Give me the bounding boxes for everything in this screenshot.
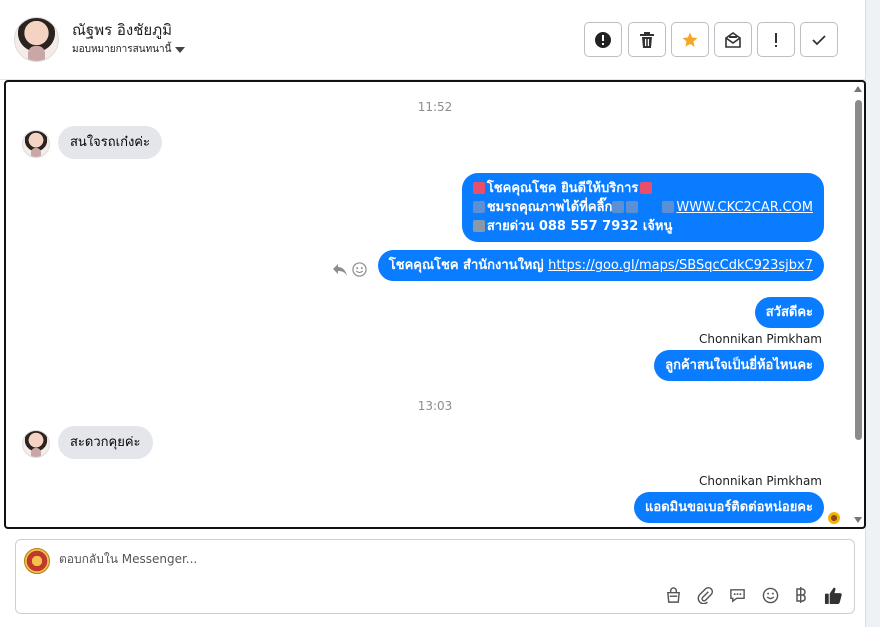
sender-name: Chonnikan Pimkham (699, 474, 822, 488)
message-line: ชมรถคุณภาพได้ที่คลิ๊ก (486, 200, 613, 215)
star-icon (682, 32, 698, 47)
emoji-icon (640, 182, 653, 194)
reply-input[interactable] (59, 552, 659, 566)
react-emoji-icon[interactable] (352, 262, 367, 277)
mark-unread-icon (725, 31, 741, 48)
delete-button[interactable] (628, 22, 666, 57)
message-line: โชคคุณโชค ยินดีให้บริการ (486, 181, 639, 196)
scroll-down-arrow-icon[interactable] (854, 517, 862, 523)
saved-reply-icon (729, 588, 745, 603)
down-arrow-emoji-icon (612, 201, 625, 213)
inbox-conversation-panel: ณัฐพร อิงชัยภูมิ มอบหมายการสนทนานี้ 11:5… (0, 0, 866, 627)
caret-down-icon (175, 46, 186, 53)
trash-icon (640, 31, 654, 48)
message-text: โชคคุณโชค สำนักงานใหญ่ (388, 258, 549, 273)
page-avatar (24, 548, 50, 574)
conversation-header: ณัฐพร อิงชัยภูมิ มอบหมายการสนทนานี้ (0, 0, 866, 80)
message-actions (332, 262, 367, 277)
play-emoji-icon (472, 201, 485, 213)
scroll-up-arrow-icon[interactable] (854, 86, 862, 92)
contact-message-avatar (22, 130, 50, 158)
done-icon (812, 34, 826, 45)
emoji-button[interactable] (759, 584, 781, 606)
assign-label: มอบหมายการสนทนานี้ (72, 44, 172, 55)
shop-bag-icon (666, 586, 680, 603)
star-button[interactable] (671, 22, 709, 57)
down-arrow-emoji-icon (626, 201, 639, 213)
outgoing-message[interactable]: ลูกค้าสนใจเป็นยี่ห้อไหนคะ (654, 350, 824, 381)
mark-spam-button[interactable] (584, 22, 622, 57)
contact-avatar[interactable] (14, 17, 59, 62)
timestamp: 13:03 (417, 399, 453, 413)
thumbs-up-icon (824, 587, 842, 604)
seen-indicator-icon (828, 512, 840, 524)
emoji-icon (472, 182, 485, 194)
website-link[interactable]: WWW.CKC2CAR.COM (676, 200, 813, 215)
follow-up-button[interactable] (757, 22, 795, 57)
sender-name: Chonnikan Pimkham (699, 332, 822, 346)
follow-up-icon (775, 32, 777, 47)
contact-name[interactable]: ณัฐพร อิงชัยภูมิ (72, 18, 172, 42)
outgoing-message[interactable]: สวัสดีคะ (754, 297, 824, 328)
scroll-thumb[interactable] (855, 100, 862, 440)
timestamp: 11:52 (417, 100, 453, 114)
payment-button[interactable] (790, 584, 812, 606)
message-line: สายด่วน 088 557 7932 เจ้หนู (486, 219, 673, 234)
emoji-icon (762, 587, 778, 603)
reply-icon[interactable] (332, 263, 348, 277)
message-thread[interactable]: 11:52 สนใจรถเก๋งค่ะ โชคคุณโชค ยินดีให้บร… (4, 80, 866, 529)
baht-icon (796, 587, 806, 603)
assign-conversation-dropdown[interactable]: มอบหมายการสนทนานี้ (72, 42, 186, 57)
incoming-message[interactable]: สนใจรถเก๋งค่ะ (58, 126, 162, 159)
outgoing-message[interactable]: โชคคุณโชค ยินดีให้บริการ ชมรถคุณภาพได้ที… (461, 173, 824, 242)
scrollbar[interactable] (852, 82, 864, 527)
spam-icon (595, 31, 611, 48)
thumbs-up-button[interactable] (822, 584, 844, 606)
mark-unread-button[interactable] (714, 22, 752, 57)
shop-bag-button[interactable] (662, 584, 684, 606)
play-emoji-icon (662, 201, 675, 213)
attachment-button[interactable] (694, 584, 716, 606)
outgoing-message[interactable]: แอดมินขอเบอร์ติดต่อหน่อยคะ (634, 492, 824, 523)
reply-composer (15, 539, 855, 614)
phone-emoji-icon (472, 220, 485, 232)
outgoing-message[interactable]: โชคคุณโชค สำนักงานใหญ่ https://goo.gl/ma… (377, 250, 824, 281)
attachment-icon (697, 586, 713, 604)
saved-reply-button[interactable] (726, 584, 748, 606)
contact-message-avatar (22, 430, 50, 458)
maps-link[interactable]: https://goo.gl/maps/SBSqcCdkC923sjbx7 (548, 258, 813, 273)
mark-done-button[interactable] (800, 22, 838, 57)
incoming-message[interactable]: สะดวกคุยค่ะ (58, 426, 153, 459)
